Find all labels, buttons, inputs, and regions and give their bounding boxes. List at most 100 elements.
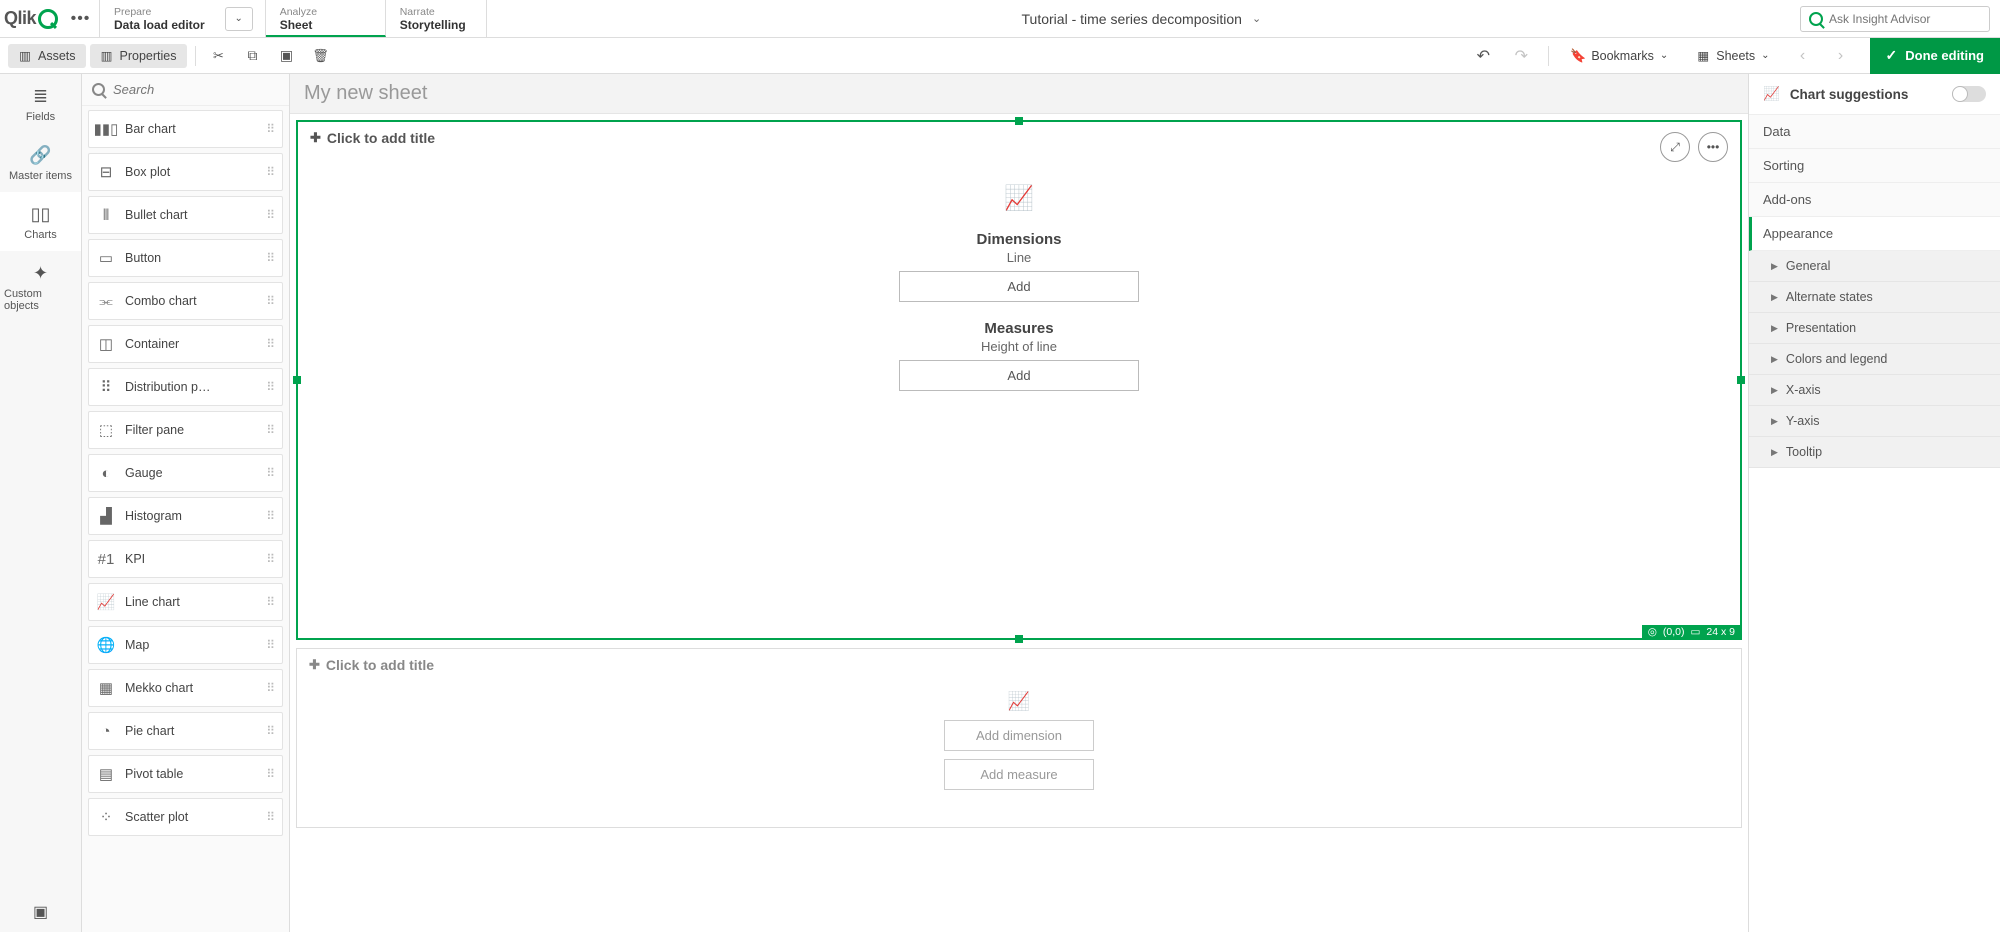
drag-handle-icon: ⠿ (266, 771, 274, 777)
copy-button[interactable] (238, 42, 268, 70)
collapse-icon: ▣ (33, 902, 48, 922)
chart-type-icon: ⦀ (97, 206, 115, 224)
redo-button[interactable] (1506, 42, 1536, 70)
rail-charts[interactable]: ▯▯ Charts (0, 192, 81, 251)
chart-type-item[interactable]: ⁘Scatter plot⠿ (88, 798, 283, 836)
chart-type-label: Pie chart (125, 724, 256, 738)
chart-type-label: KPI (125, 552, 256, 566)
insight-search-input[interactable] (1829, 12, 1981, 26)
chart-type-item[interactable]: ⬚Filter pane⠿ (88, 411, 283, 449)
resize-handle-top[interactable] (1015, 117, 1023, 125)
prev-sheet-button[interactable] (1788, 42, 1818, 70)
add-dimension-button-2[interactable]: Add dimension (944, 720, 1094, 751)
chart-object-2[interactable]: ✚ Click to add title 📈 Add dimension Add… (296, 648, 1742, 828)
properties-toggle[interactable]: Properties (90, 44, 187, 68)
prop-section-sorting[interactable]: Sorting (1749, 149, 2000, 183)
bookmarks-button[interactable]: Bookmarks ⌄ (1561, 44, 1678, 68)
prop-section-data[interactable]: Data (1749, 115, 2000, 149)
tab-narrate[interactable]: Narrate Storytelling (386, 0, 487, 37)
more-icon: ••• (71, 10, 91, 28)
chart-type-item[interactable]: ▦Mekko chart⠿ (88, 669, 283, 707)
insight-search[interactable] (1800, 6, 1990, 32)
asset-search[interactable] (82, 74, 289, 106)
add-dimension-button[interactable]: Add (899, 271, 1139, 302)
sheet-title[interactable]: My new sheet (290, 74, 1748, 114)
sheets-icon (1696, 49, 1710, 63)
appearance-sub-presentation[interactable]: ▶ Presentation (1749, 313, 2000, 344)
chart-type-item[interactable]: ▭Button⠿ (88, 239, 283, 277)
chart-type-item[interactable]: ▮▮▯Bar chart⠿ (88, 110, 283, 148)
sheet-canvas[interactable]: ⤢ ••• ✚ Click to add title 📈 Dimensions … (290, 114, 1748, 932)
chart-type-item[interactable]: ▟Histogram⠿ (88, 497, 283, 535)
cut-button[interactable] (204, 42, 234, 70)
chevron-right-icon: ▶ (1771, 416, 1778, 427)
resize-handle-bottom[interactable] (1015, 635, 1023, 643)
chart-suggestions-toggle[interactable] (1952, 86, 1986, 102)
delete-button[interactable] (306, 42, 336, 70)
rail-master-items[interactable]: 🔗 Master items (0, 133, 81, 192)
add-measure-button[interactable]: Add (899, 360, 1139, 391)
chart-type-item[interactable]: ◐Gauge⠿ (88, 454, 283, 492)
chart-type-item[interactable]: 📈Line chart⠿ (88, 583, 283, 621)
dimensions-sub: Line (1007, 250, 1032, 265)
logo-text: Qlik (4, 8, 36, 29)
tab-analyze[interactable]: Analyze Sheet (266, 0, 386, 37)
appearance-sub-alternate-states[interactable]: ▶Alternate states (1749, 282, 2000, 313)
appearance-sub-x-axis[interactable]: ▶X-axis (1749, 375, 2000, 406)
chart-type-item[interactable]: ⠿Distribution p…⠿ (88, 368, 283, 406)
appearance-sub-colors-and-legend[interactable]: ▶Colors and legend (1749, 344, 2000, 375)
add-measure-button-2[interactable]: Add measure (944, 759, 1094, 790)
drag-handle-icon: ⠿ (266, 556, 274, 562)
app-title[interactable]: Tutorial - time series decomposition ⌄ (487, 0, 1796, 37)
chart2-config-body: 📈 Add dimension Add measure (297, 681, 1741, 806)
more-icon: ••• (1707, 140, 1720, 154)
prepare-dropdown[interactable]: ⌄ (225, 7, 253, 31)
chart-type-item[interactable]: #1KPI⠿ (88, 540, 283, 578)
paste-button[interactable] (272, 42, 302, 70)
tab-prepare[interactable]: Prepare Data load editor (100, 2, 225, 36)
chart-type-item[interactable]: ▤Pivot table⠿ (88, 755, 283, 793)
next-sheet-button[interactable] (1826, 42, 1856, 70)
prop-section-appearance[interactable]: Appearance (1749, 217, 2000, 251)
prop-section-add-ons[interactable]: Add-ons (1749, 183, 2000, 217)
tab-narrate-eyebrow: Narrate (400, 6, 466, 18)
appearance-sub-y-axis[interactable]: ▶Y-axis (1749, 406, 2000, 437)
asset-search-input[interactable] (113, 82, 279, 97)
chart-type-label: Button (125, 251, 256, 265)
appearance-sub-label: Presentation (1786, 321, 1856, 335)
chevron-right-icon: ▶ (1771, 323, 1778, 334)
chart-suggestions-row: 📈 Chart suggestions (1749, 74, 2000, 115)
chart-type-item[interactable]: ⫘Combo chart⠿ (88, 282, 283, 320)
chart-type-item[interactable]: ◫Container⠿ (88, 325, 283, 363)
chart-type-icon: ▮▮▯ (97, 120, 115, 138)
chart2-title-placeholder[interactable]: ✚ Click to add title (297, 649, 1741, 681)
chart-type-item[interactable]: 🌐Map⠿ (88, 626, 283, 664)
fullscreen-button[interactable]: ⤢ (1660, 132, 1690, 162)
sheets-button[interactable]: Sheets ⌄ (1686, 44, 1779, 68)
appearance-sub-general[interactable]: ▶General (1749, 251, 2000, 282)
drag-handle-icon: ⠿ (266, 470, 274, 476)
rail-fields[interactable]: ≣ Fields (0, 74, 81, 133)
chart-type-item[interactable]: ⊟Box plot⠿ (88, 153, 283, 191)
object-menu-button[interactable]: ••• (1698, 132, 1728, 162)
bookmarks-label: Bookmarks (1591, 49, 1654, 63)
assets-toggle[interactable]: Assets (8, 44, 86, 68)
chart-title-placeholder[interactable]: ✚ Click to add title (298, 122, 1740, 154)
done-editing-button[interactable]: ✓ Done editing (1870, 38, 2000, 74)
rail-collapse[interactable]: ▣ (0, 892, 81, 932)
chart-type-item[interactable]: ◔Pie chart⠿ (88, 712, 283, 750)
chart-type-item[interactable]: ⦀Bullet chart⠿ (88, 196, 283, 234)
resize-handle-left[interactable] (293, 376, 301, 384)
bookmark-icon (1571, 49, 1585, 63)
app-menu-button[interactable]: ••• (62, 0, 100, 37)
resize-handle-right[interactable] (1737, 376, 1745, 384)
chart-object-1[interactable]: ⤢ ••• ✚ Click to add title 📈 Dimensions … (296, 120, 1742, 640)
panel-icon (100, 49, 114, 63)
chart-type-label: Map (125, 638, 256, 652)
measures-heading: Measures (984, 320, 1053, 337)
chart-type-icon: ⠿ (97, 378, 115, 396)
undo-button[interactable] (1468, 42, 1498, 70)
rail-custom-objects[interactable]: ✦ Custom objects (0, 251, 81, 322)
plus-icon: ✚ (309, 657, 320, 673)
appearance-sub-tooltip[interactable]: ▶Tooltip (1749, 437, 2000, 468)
